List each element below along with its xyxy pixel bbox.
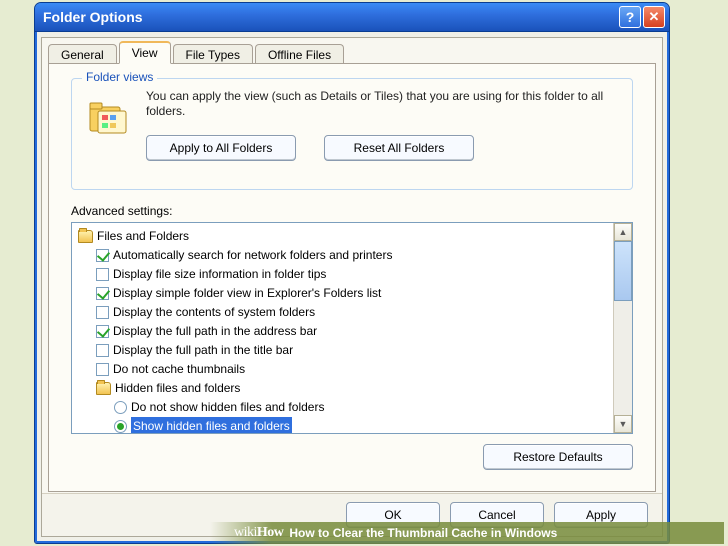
tree-item[interactable]: Display simple folder view in Explorer's… (78, 284, 613, 303)
vertical-scrollbar[interactable]: ▲ ▼ (613, 223, 632, 433)
tree-radio-item-selected[interactable]: Show hidden files and folders (78, 417, 613, 433)
checkbox-icon[interactable] (96, 306, 109, 319)
radio-icon[interactable] (114, 420, 127, 433)
tree-radio-item[interactable]: Do not show hidden files and folders (78, 398, 613, 417)
tab-view[interactable]: View (119, 41, 171, 64)
apply-button[interactable]: Apply (554, 502, 648, 528)
folder-icon (78, 230, 93, 243)
tab-body-view: Folder views You can apply the view (suc… (48, 63, 656, 492)
tree-content: Files and Folders Automatically search f… (72, 223, 613, 433)
tree-item[interactable]: Automatically search for network folders… (78, 246, 613, 265)
tab-strip: General View File Types Offline Files (48, 40, 656, 64)
folder-views-group: Folder views You can apply the view (suc… (71, 78, 633, 190)
tree-group-hidden[interactable]: Hidden files and folders (78, 379, 613, 398)
radio-icon[interactable] (114, 401, 127, 414)
titlebar[interactable]: Folder Options ? ✕ (35, 3, 669, 32)
folder-icon (96, 382, 111, 395)
folder-views-text: You can apply the view (such as Details … (146, 89, 618, 119)
restore-defaults-button[interactable]: Restore Defaults (483, 444, 633, 470)
tree-item[interactable]: Display the full path in the title bar (78, 341, 613, 360)
folder-views-icon (86, 97, 130, 137)
tab-offline-files[interactable]: Offline Files (255, 44, 344, 65)
tab-file-types[interactable]: File Types (173, 44, 253, 65)
scroll-thumb[interactable] (614, 241, 632, 301)
advanced-settings-label: Advanced settings: (71, 204, 172, 218)
folder-views-legend: Folder views (82, 70, 157, 84)
tree-root[interactable]: Files and Folders (78, 227, 613, 246)
checkbox-icon[interactable] (96, 287, 109, 300)
tree-root-label: Files and Folders (97, 227, 189, 246)
scroll-up-button[interactable]: ▲ (614, 223, 632, 241)
client-area: General View File Types Offline Files Fo… (41, 37, 663, 537)
reset-all-folders-button[interactable]: Reset All Folders (324, 135, 474, 161)
dialog-button-bar: OK Cancel Apply (42, 493, 662, 536)
tree-item[interactable]: Display the full path in the address bar (78, 322, 613, 341)
close-button[interactable]: ✕ (643, 6, 665, 28)
window-title: Folder Options (43, 9, 617, 25)
checkbox-icon[interactable] (96, 249, 109, 262)
checkbox-icon[interactable] (96, 325, 109, 338)
advanced-settings-tree[interactable]: Files and Folders Automatically search f… (71, 222, 633, 434)
help-button[interactable]: ? (619, 6, 641, 28)
checkbox-icon[interactable] (96, 363, 109, 376)
tab-general[interactable]: General (48, 44, 117, 65)
apply-to-all-folders-button[interactable]: Apply to All Folders (146, 135, 296, 161)
folder-options-dialog: Folder Options ? ✕ General View File Typ… (34, 2, 670, 544)
tree-item[interactable]: Display file size information in folder … (78, 265, 613, 284)
tree-item[interactable]: Display the contents of system folders (78, 303, 613, 322)
cancel-button[interactable]: Cancel (450, 502, 544, 528)
checkbox-icon[interactable] (96, 268, 109, 281)
checkbox-icon[interactable] (96, 344, 109, 357)
tree-item[interactable]: Do not cache thumbnails (78, 360, 613, 379)
scroll-down-button[interactable]: ▼ (614, 415, 632, 433)
ok-button[interactable]: OK (346, 502, 440, 528)
